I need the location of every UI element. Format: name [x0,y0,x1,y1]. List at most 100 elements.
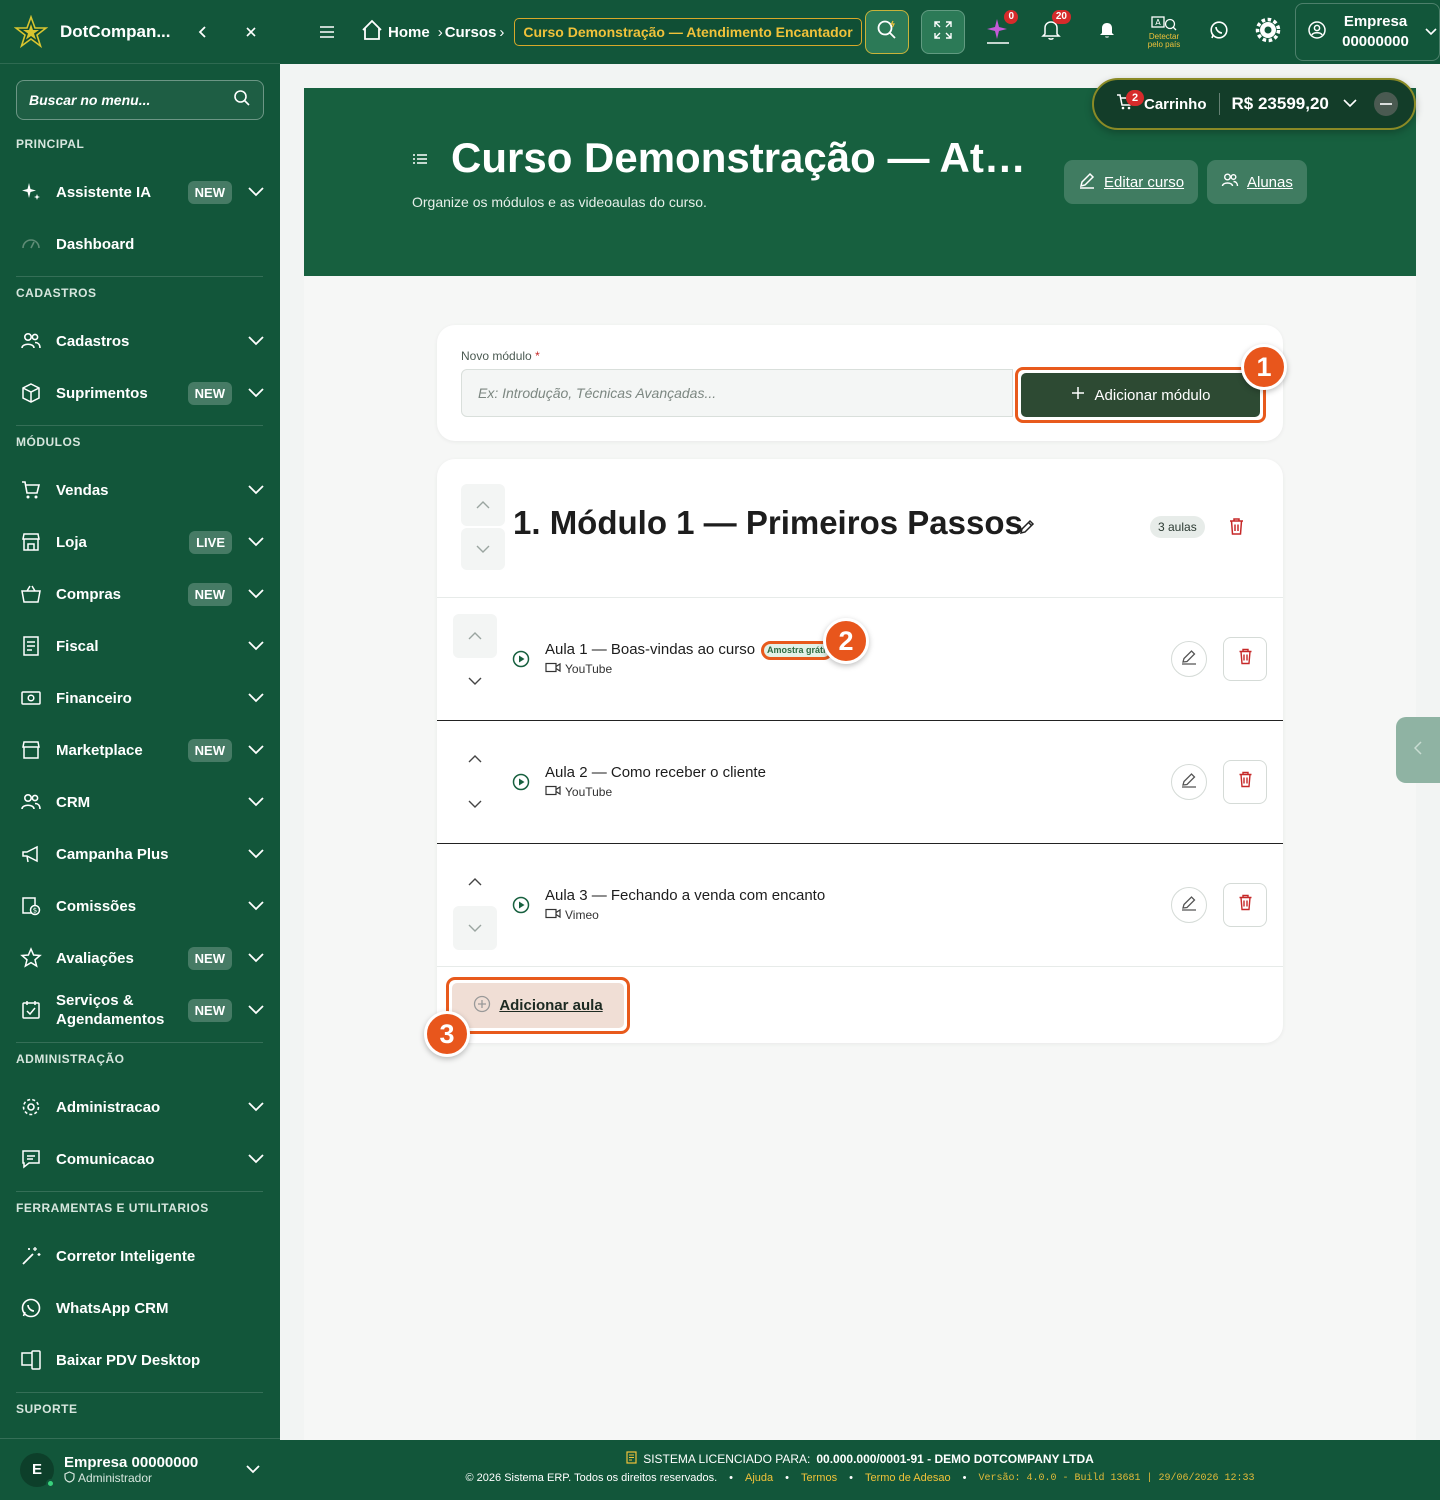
terms-link[interactable]: Termos [801,1472,837,1484]
sidebar-item-whatsapp[interactable]: WhatsApp CRM [16,1288,266,1328]
sidebar-item-compras[interactable]: Compras NEW [16,574,266,614]
menu-search [16,80,264,120]
new-badge: NEW [187,582,232,606]
menu-search-input[interactable] [29,92,233,108]
video-icon [545,908,561,922]
add-module-label: Adicionar módulo [1094,386,1211,404]
delete-lesson-button[interactable] [1223,760,1267,804]
sidebar-item-label: Financeiro [56,689,132,707]
move-lesson-down-button[interactable] [453,906,497,950]
edit-lesson-button[interactable] [1171,764,1207,800]
move-lesson-down-button[interactable] [453,659,497,703]
ai-count-badge: 0 [1004,10,1018,24]
chevron-down-icon[interactable] [1343,95,1357,113]
delete-lesson-button[interactable] [1223,637,1267,681]
sidebar-item-dashboard[interactable]: Dashboard [16,224,266,264]
chevron-down-icon [246,336,266,346]
alerts-button[interactable] [1085,10,1129,54]
new-badge: NEW [187,738,232,762]
sidebar-item-label: CRM [56,793,91,811]
module-title: 1. Módulo 1 — Primeiros Passos [513,504,1023,541]
user-profile[interactable]: E Empresa 00000000 Administrador [0,1438,280,1500]
minimize-cart-button[interactable] [1374,92,1398,116]
divider [437,843,1283,844]
company-line-2: 00000000 [1342,33,1409,50]
sidebar-item-label: Avaliações [56,949,134,967]
sidebar-item-financeiro[interactable]: Financeiro [16,678,266,718]
sidebar-item-fiscal[interactable]: Fiscal [16,626,266,666]
bell-icon [1099,21,1115,44]
delete-module-trash-icon[interactable] [1228,517,1245,541]
sidebar-item-comissoes[interactable]: $ Comissões [16,886,266,926]
move-module-down-button[interactable] [461,528,505,570]
add-lesson-button[interactable]: Adicionar aula [452,983,624,1028]
notification-count-badge: 20 [1051,10,1071,24]
company-selector[interactable]: Empresa 00000000 [1295,3,1440,61]
sidebar-item-corretor[interactable]: Corretor Inteligente [16,1236,266,1276]
sidebar-item-suprimentos[interactable]: Suprimentos NEW [16,373,266,413]
lesson-source-label: YouTube [565,662,613,676]
commission-icon: $ [16,895,48,917]
cash-icon [16,687,48,709]
sidebar-item-loja[interactable]: Loja LIVE [16,522,266,562]
sidebar-item-crm[interactable]: CRM [16,782,266,822]
close-sidebar-icon[interactable] [236,17,266,47]
detect-country-button[interactable]: A Detectar pelo país [1142,10,1186,54]
edit-module-pencil-icon[interactable] [1018,518,1036,541]
add-module-button[interactable]: Adicionar módulo [1021,373,1260,417]
lesson-source: Vimeo [545,908,599,922]
smart-search-button[interactable] [865,10,909,54]
sidebar-item-administracao[interactable]: Administracao [16,1087,266,1127]
side-panel-toggle[interactable] [1396,717,1440,783]
move-lesson-down-button[interactable] [453,782,497,826]
plus-circle-icon [473,995,491,1017]
lesson-source: YouTube [545,785,612,799]
breadcrumb-home[interactable]: Home [388,24,430,41]
move-lesson-up-button[interactable] [453,737,497,781]
move-lesson-up-button[interactable] [453,860,497,904]
sidebar-item-label: Marketplace [56,741,143,759]
cart-widget[interactable]: 2 Carrinho R$ 23599,20 [1092,78,1416,130]
sidebar-item-vendas[interactable]: Vendas [16,470,266,510]
sidebar-item-comunicacao[interactable]: Comunicacao [16,1139,266,1179]
chevron-down-icon [468,672,482,690]
help-link[interactable]: Ajuda [745,1472,773,1484]
sidebar-item-cadastros[interactable]: Cadastros [16,321,266,361]
edit-lesson-button[interactable] [1171,887,1207,923]
adhesion-terms-link[interactable]: Termo de Adesao [865,1472,951,1484]
delete-lesson-button[interactable] [1223,883,1267,927]
notifications-button[interactable]: 20 [1029,10,1073,54]
sidebar-item-assistente-ia[interactable]: Assistente IA NEW [16,172,266,212]
breadcrumb-cursos[interactable]: Cursos [445,24,497,41]
sidebar-item-campanha-plus[interactable]: Campanha Plus [16,834,266,874]
hamburger-menu-icon[interactable] [312,25,342,39]
ai-assistant-button[interactable]: 0 [976,10,1020,54]
sidebar-item-pdv-desktop[interactable]: Baixar PDV Desktop [16,1340,266,1380]
move-module-up-button[interactable] [461,484,505,526]
user-role: Administrador [78,1471,153,1485]
search-icon[interactable] [233,89,251,112]
sidebar-item-servicos[interactable]: Serviços & Agendamentos NEW [16,990,266,1030]
whatsapp-button[interactable] [1197,10,1241,54]
whatsapp-icon [16,1297,48,1319]
new-module-label: Novo módulo * [461,349,540,363]
search-icon [876,19,898,46]
collapse-sidebar-icon[interactable] [188,17,218,47]
edit-lesson-button[interactable] [1171,641,1207,677]
cart-label: Carrinho [1144,95,1207,113]
chevron-down-icon[interactable] [246,1461,260,1479]
settings-button[interactable] [1246,10,1290,54]
home-icon[interactable] [360,18,384,46]
edit-course-button[interactable]: Editar curso [1064,160,1199,204]
star-logo-icon[interactable] [14,14,48,49]
page-subtitle: Organize os módulos e as videoaulas do c… [412,194,707,210]
new-module-input[interactable] [461,369,1013,417]
sidebar-item-marketplace[interactable]: Marketplace NEW [16,730,266,770]
svg-text:$: $ [33,907,37,915]
sidebar-item-avaliacoes[interactable]: Avaliações NEW [16,938,266,978]
pencil-icon [1181,772,1197,793]
user-name: Empresa 00000000 [64,1453,199,1471]
fullscreen-button[interactable] [921,10,965,54]
students-button[interactable]: Alunas [1207,160,1307,204]
move-lesson-up-button[interactable] [453,614,497,658]
